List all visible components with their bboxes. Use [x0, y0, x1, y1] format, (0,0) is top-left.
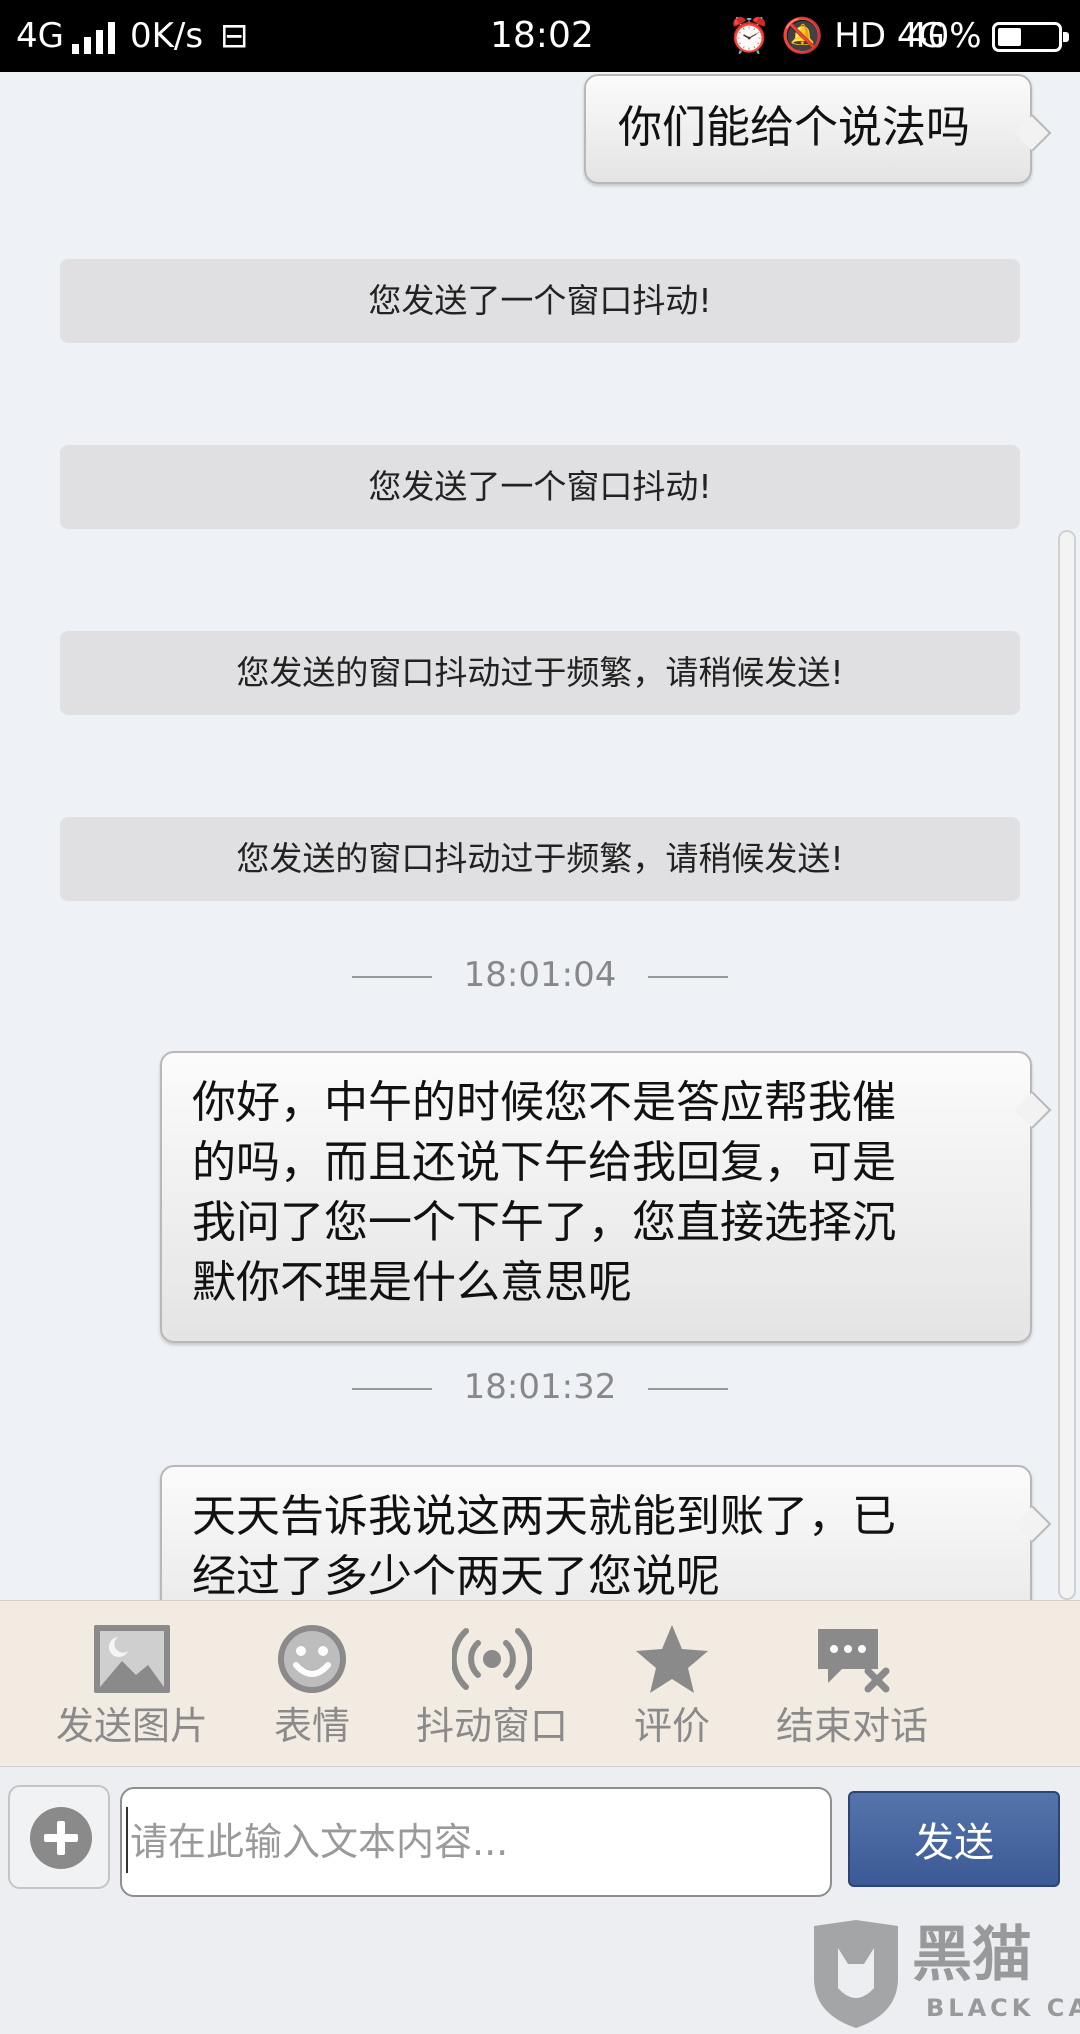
divider: [351, 1387, 432, 1390]
plus-icon: [30, 1807, 92, 1869]
timestamp-text: 18:01:04: [463, 955, 617, 995]
tool-label: 结束对话: [775, 1704, 928, 1748]
message-line: 天天告诉我说这两天就能到账了，已: [192, 1491, 896, 1542]
bubble-tail: [1014, 1505, 1052, 1543]
battery-percent: 40%: [906, 16, 982, 56]
status-bar: 4G 0K/s ⊟ 18:02 ⏰ 🔕 HD 4G 40%: [0, 0, 1080, 72]
watermark-logo: 黑猫 BLACK CAT: [808, 1918, 1080, 2034]
timestamp: 18:01:32: [0, 1362, 1080, 1412]
signal-icon: [72, 22, 118, 54]
message-line: 我问了您一个下午了，您直接选择沉: [192, 1197, 896, 1248]
timestamp-text: 18:01:32: [463, 1367, 617, 1407]
message-bubble: 你好，中午的时候您不是答应帮我催 的吗，而且还说下午给我回复，可是 我问了您一个…: [160, 1051, 1052, 1343]
message-bubble: 你们能给个说法吗: [584, 74, 1052, 184]
end-chat-button[interactable]: 结束对话: [762, 1621, 942, 1761]
text-cursor: [126, 1807, 128, 1873]
emoji-icon: [278, 1625, 346, 1693]
shake-window-button[interactable]: 抖动窗口: [402, 1621, 582, 1761]
tool-label: 评价: [633, 1704, 710, 1748]
sim-card-icon: ⊟: [220, 16, 249, 56]
message-input[interactable]: [120, 1787, 832, 1897]
star-icon: [636, 1625, 708, 1693]
chat-area[interactable]: 你们能给个说法吗 您发送了一个窗口抖动! 您发送了一个窗口抖动! 您发送的窗口抖…: [0, 72, 1080, 1600]
network-type: 4G: [16, 16, 64, 56]
message-bubble: 天天告诉我说这两天就能到账了，已 经过了多少个两天了您说呢: [160, 1465, 1052, 1600]
shake-icon: [452, 1628, 532, 1690]
battery-icon: [992, 22, 1069, 52]
system-message: 您发送了一个窗口抖动!: [60, 259, 1020, 343]
clock: 18:02: [490, 15, 594, 56]
timestamp: 18:01:04: [0, 950, 1080, 1000]
watermark-brand-en: BLACK CAT: [926, 1994, 1080, 2022]
send-image-button[interactable]: 发送图片: [42, 1621, 222, 1761]
watermark-brand: 黑猫: [912, 1920, 1032, 1990]
emoji-button[interactable]: 表情: [222, 1621, 402, 1761]
system-message: 您发送的窗口抖动过于频繁，请稍候发送!: [60, 817, 1020, 901]
message-text: 你们能给个说法吗: [618, 102, 970, 153]
bubble-tail: [1014, 114, 1052, 152]
action-toolbar: 发送图片 表情 抖动窗口 评价 结束对话: [0, 1600, 1080, 1766]
image-icon: [94, 1625, 170, 1693]
system-message: 您发送的窗口抖动过于频繁，请稍候发送!: [60, 631, 1020, 715]
divider: [648, 1387, 729, 1390]
tool-label: 发送图片: [55, 1704, 208, 1748]
divider: [351, 975, 432, 978]
input-bar: 发送: [0, 1766, 1080, 1906]
bubble-tail: [1014, 1091, 1052, 1129]
message-line: 默你不理是什么意思呢: [192, 1257, 632, 1308]
tool-label: 表情: [273, 1704, 350, 1748]
message-line: 你好，中午的时候您不是答应帮我催: [192, 1077, 896, 1128]
tool-label: 抖动窗口: [415, 1704, 568, 1748]
send-button[interactable]: 发送: [848, 1791, 1060, 1887]
message-line: 的吗，而且还说下午给我回复，可是: [192, 1137, 896, 1188]
end-chat-icon: [818, 1629, 890, 1693]
system-message: 您发送了一个窗口抖动!: [60, 445, 1020, 529]
scrollbar[interactable]: [1058, 530, 1076, 1600]
message-line: 经过了多少个两天了您说呢: [192, 1551, 720, 1600]
more-options-button[interactable]: [8, 1785, 110, 1889]
rate-button[interactable]: 评价: [582, 1621, 762, 1761]
divider: [648, 975, 729, 978]
network-speed: 0K/s: [130, 16, 204, 56]
black-cat-logo-icon: [814, 1920, 898, 2028]
